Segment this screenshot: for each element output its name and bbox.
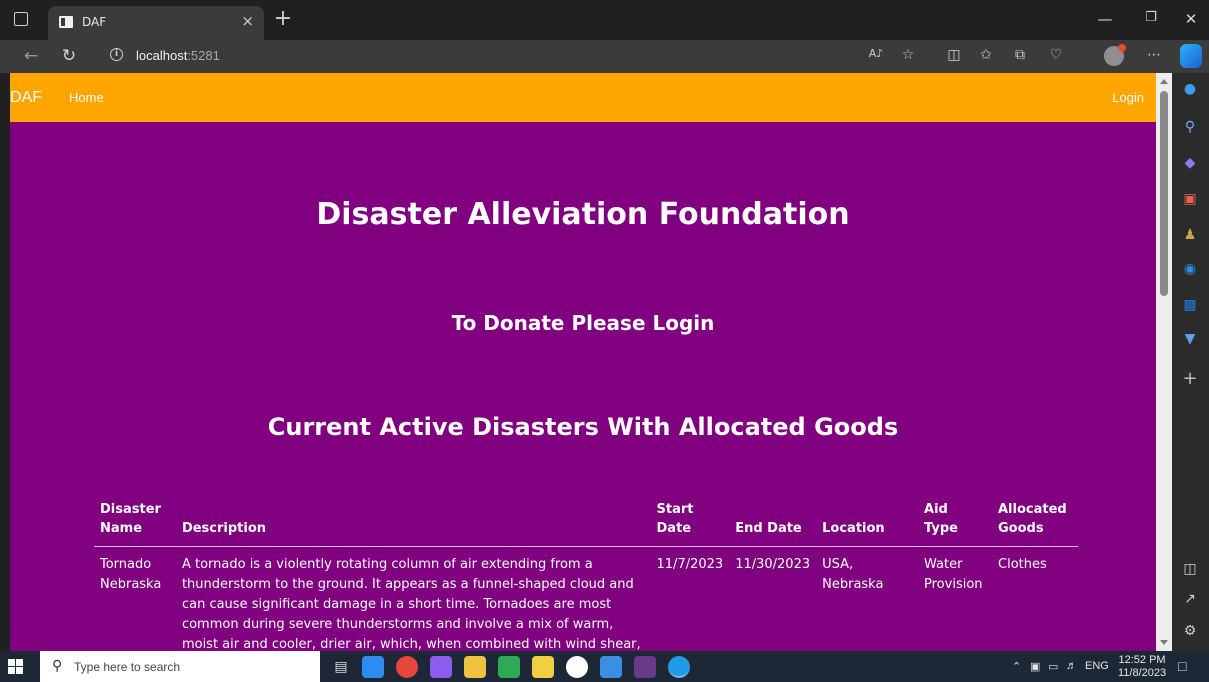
- photos-app-icon[interactable]: [600, 656, 622, 678]
- tab-close-icon[interactable]: ×: [241, 12, 254, 30]
- cell-allocated-goods: Clothes: [998, 557, 1047, 572]
- clock-time: 12:52 PM: [1118, 654, 1166, 666]
- browser-toolbar: ← ↻ i localhost:5281 A♪ ☆ ◫ ✩ ⧉ ♡ ⋯: [0, 40, 1209, 73]
- taskbar-search-box[interactable]: ⚲ Type here to search: [40, 651, 320, 682]
- windows-start-icon[interactable]: [8, 659, 24, 675]
- table-row: Tornado Nebraska A tornado is a violentl…: [94, 547, 1078, 651]
- chrome-app-icon[interactable]: [396, 656, 418, 678]
- sql-app-icon[interactable]: [498, 656, 520, 678]
- app-icon[interactable]: [566, 656, 588, 678]
- close-window-icon[interactable]: ✕: [1176, 10, 1206, 28]
- edge-sidebar: ● ⚲ ◆ ▣ ♟ ◉ ▩ ▼ + ◫ ↗ ⚙: [1172, 73, 1209, 651]
- notification-center-icon[interactable]: □: [1178, 658, 1186, 674]
- tray-language[interactable]: ENG: [1085, 660, 1109, 672]
- col-aid-type: Aid Type: [918, 498, 992, 547]
- favorite-star-icon[interactable]: ☆: [898, 47, 918, 63]
- paint-app-icon[interactable]: [532, 656, 554, 678]
- disasters-table: Disaster Name Description Start Date End D…: [94, 498, 1078, 651]
- tab-title: DAF: [82, 15, 107, 29]
- hide-sidebar-icon[interactable]: ◫: [1180, 559, 1200, 579]
- page-viewport: DAF Home Login Disaster Alleviation Foun…: [10, 73, 1156, 651]
- microsoft-365-icon[interactable]: ◉: [1180, 259, 1200, 279]
- sidebar-settings-icon[interactable]: ⚙: [1180, 621, 1200, 641]
- games-icon[interactable]: ♟: [1180, 225, 1200, 245]
- cell-location: USA, Nebraska: [822, 557, 884, 592]
- restore-icon[interactable]: ❐: [1136, 10, 1166, 25]
- taskbar-clock[interactable]: 12:52 PM 11/8/2023: [1118, 654, 1166, 680]
- site-navbar: DAF Home Login: [10, 73, 1156, 122]
- collections-icon[interactable]: ⧉: [1010, 47, 1030, 63]
- scroll-down-icon[interactable]: [1160, 640, 1168, 645]
- more-menu-icon[interactable]: ⋯: [1144, 47, 1164, 63]
- mail-app-icon[interactable]: [362, 656, 384, 678]
- search-icon: ⚲: [52, 658, 63, 674]
- brand-link[interactable]: DAF: [10, 89, 42, 107]
- col-start-date: Start Date: [650, 498, 730, 547]
- cell-aid-type: Water Provision: [924, 557, 983, 592]
- shopping-tag-icon[interactable]: ◆: [1180, 153, 1200, 173]
- scroll-up-icon[interactable]: [1160, 79, 1168, 84]
- search-icon[interactable]: ⚲: [1180, 117, 1200, 137]
- profile-avatar-icon[interactable]: [1104, 44, 1126, 66]
- tray-display-icon[interactable]: ▭: [1048, 660, 1058, 673]
- clock-date: 11/8/2023: [1118, 667, 1167, 679]
- refresh-icon[interactable]: ↻: [58, 46, 80, 66]
- new-tab-button[interactable]: +: [270, 6, 296, 31]
- tray-volume-icon[interactable]: ♬: [1066, 660, 1077, 672]
- task-view-icon[interactable]: ▤: [330, 656, 352, 678]
- site-info-icon[interactable]: i: [110, 48, 123, 61]
- cell-end-date: 11/30/2023: [735, 557, 811, 572]
- col-description: Description: [175, 498, 651, 547]
- donate-prompt: To Donate Please Login: [451, 311, 715, 335]
- col-disaster-name: Disaster Name: [94, 498, 176, 547]
- tray-chevron-icon[interactable]: ⌃: [1012, 660, 1021, 673]
- terminal-app-icon[interactable]: [634, 656, 656, 678]
- taskbar-search-input[interactable]: Type here to search: [74, 660, 180, 674]
- tools-icon[interactable]: ▣: [1180, 189, 1200, 209]
- cell-description: A tornado is a violently rotating column…: [181, 557, 641, 651]
- copilot-icon[interactable]: [1180, 44, 1202, 68]
- drop-icon[interactable]: ▼: [1180, 329, 1200, 349]
- browser-tab-daf[interactable]: DAF ×: [48, 6, 264, 40]
- edge-app-icon[interactable]: [668, 656, 690, 678]
- back-icon[interactable]: ←: [20, 46, 42, 66]
- file-explorer-icon[interactable]: [464, 656, 486, 678]
- browser-tab-strip: DAF × + — ❐ ✕: [0, 0, 1209, 40]
- scrollbar-thumb[interactable]: [1160, 91, 1168, 296]
- cell-disaster-name: Tornado Nebraska: [100, 557, 162, 592]
- address-url[interactable]: localhost:5281: [136, 48, 220, 63]
- favorites-icon[interactable]: ✩: [976, 47, 996, 63]
- performance-icon[interactable]: ♡: [1046, 47, 1066, 63]
- minimize-icon[interactable]: —: [1090, 10, 1120, 28]
- notification-bell-icon[interactable]: ●: [1180, 79, 1200, 99]
- cell-start-date: 11/7/2023: [656, 557, 724, 572]
- address-bar[interactable]: i localhost:5281: [100, 44, 1120, 69]
- col-location: Location: [816, 498, 919, 547]
- col-end-date: End Date: [729, 498, 817, 547]
- visual-studio-icon[interactable]: [430, 656, 452, 678]
- col-allocated-goods: Allocated Goods: [992, 498, 1078, 547]
- add-sidebar-app-icon[interactable]: +: [1180, 369, 1200, 389]
- page-scrollbar[interactable]: [1156, 73, 1172, 651]
- windows-taskbar: ⚲ Type here to search ▤ ⌃ ▣ ▭ ♬ ENG 12:5…: [0, 651, 1209, 682]
- outlook-icon[interactable]: ▩: [1180, 295, 1200, 315]
- tab-actions-icon[interactable]: [14, 12, 28, 26]
- read-aloud-icon[interactable]: A♪: [866, 47, 886, 60]
- page-title: Disaster Alleviation Foundation: [316, 197, 850, 232]
- tray-network-icon[interactable]: ▣: [1030, 660, 1040, 673]
- split-screen-icon[interactable]: ◫: [944, 47, 964, 63]
- nav-home-link[interactable]: Home: [69, 90, 104, 105]
- table-header-row: Disaster Name Description Start Date End D…: [94, 498, 1078, 547]
- section-heading: Current Active Disasters With Allocated …: [267, 413, 899, 441]
- page-favicon-icon: [59, 16, 73, 28]
- external-link-icon[interactable]: ↗: [1180, 589, 1200, 609]
- nav-login-link[interactable]: Login: [1112, 90, 1144, 105]
